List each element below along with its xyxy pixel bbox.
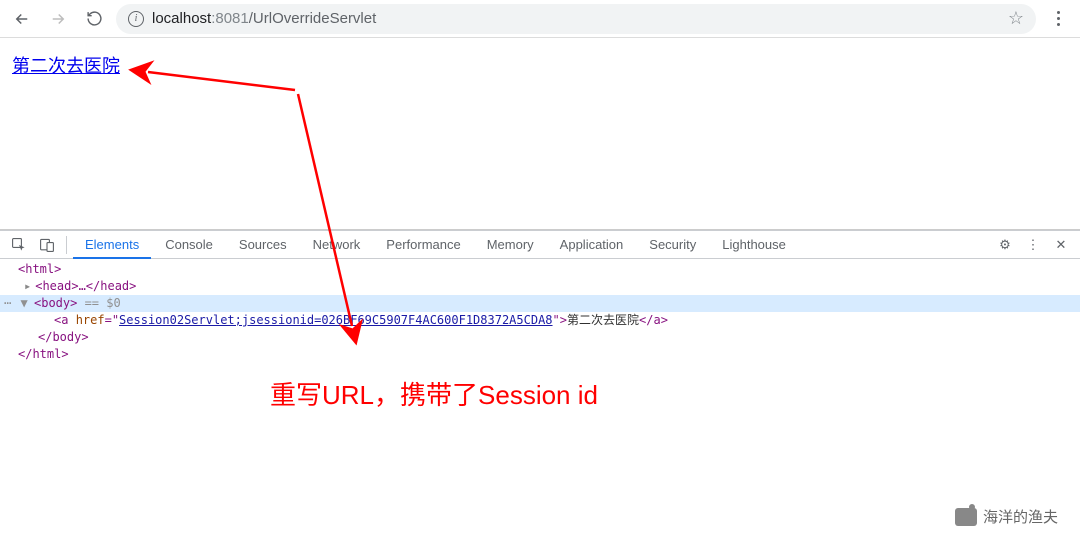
devtools-settings-icon[interactable]: ⚙ xyxy=(992,232,1018,258)
page-viewport: 第二次去医院 xyxy=(0,38,1080,230)
tab-performance[interactable]: Performance xyxy=(374,231,472,259)
dom-tree[interactable]: <html> <head>…</head> <body> == $0 <a hr… xyxy=(0,259,1080,365)
separator xyxy=(66,236,67,254)
address-bar[interactable]: i localhost:8081/UrlOverrideServlet ☆ xyxy=(116,4,1036,34)
tab-lighthouse[interactable]: Lighthouse xyxy=(710,231,798,259)
inspect-element-icon[interactable] xyxy=(6,232,32,258)
dom-html-open[interactable]: <html> xyxy=(0,261,1080,278)
tab-sources[interactable]: Sources xyxy=(227,231,299,259)
tab-console[interactable]: Console xyxy=(153,231,225,259)
watermark: 海洋的渔夫 xyxy=(955,506,1058,527)
browser-toolbar: i localhost:8081/UrlOverrideServlet ☆ xyxy=(0,0,1080,38)
url-text: localhost:8081/UrlOverrideServlet xyxy=(152,10,376,27)
tab-elements[interactable]: Elements xyxy=(73,231,151,259)
tab-memory[interactable]: Memory xyxy=(475,231,546,259)
device-toolbar-icon[interactable] xyxy=(34,232,60,258)
dom-html-close[interactable]: </html> xyxy=(0,346,1080,363)
wechat-icon xyxy=(955,508,977,526)
hospital-link[interactable]: 第二次去医院 xyxy=(12,56,120,76)
dom-body-open[interactable]: <body> == $0 xyxy=(0,295,1080,312)
devtools-close-icon[interactable]: ✕ xyxy=(1048,232,1074,258)
dom-anchor[interactable]: <a href="Session02Servlet;jsessionid=026… xyxy=(0,312,1080,329)
watermark-text: 海洋的渔夫 xyxy=(983,506,1058,527)
tab-network[interactable]: Network xyxy=(301,231,373,259)
tab-application[interactable]: Application xyxy=(548,231,636,259)
tab-security[interactable]: Security xyxy=(637,231,708,259)
devtools-menu-icon[interactable]: ⋮ xyxy=(1020,232,1046,258)
dom-body-close[interactable]: </body> xyxy=(0,329,1080,346)
devtools-tab-bar: Elements Console Sources Network Perform… xyxy=(0,231,1080,259)
devtools-panel: Elements Console Sources Network Perform… xyxy=(0,230,1080,365)
site-info-icon[interactable]: i xyxy=(128,11,144,27)
browser-menu-button[interactable] xyxy=(1044,5,1072,33)
dom-head[interactable]: <head>…</head> xyxy=(0,278,1080,295)
reload-button[interactable] xyxy=(80,5,108,33)
annotation-text: 重写URL，携带了Session id xyxy=(270,375,598,412)
forward-button[interactable] xyxy=(44,5,72,33)
back-button[interactable] xyxy=(8,5,36,33)
bookmark-icon[interactable]: ☆ xyxy=(1008,8,1024,29)
